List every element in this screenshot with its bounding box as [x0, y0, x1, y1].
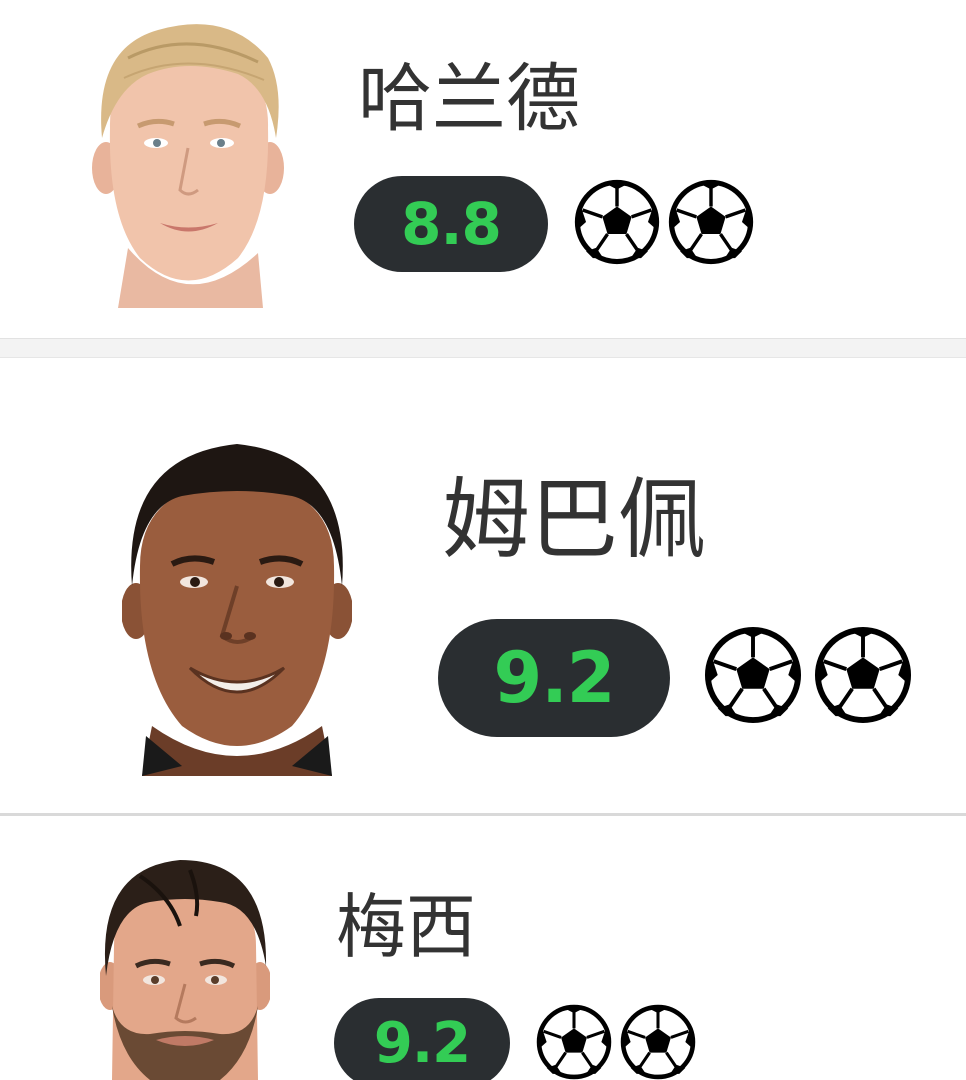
player-rating-badge: 8.8: [354, 176, 548, 272]
goals-row: [536, 1004, 696, 1080]
player-avatar-icon: [122, 444, 352, 776]
player-avatar-icon: [92, 24, 284, 308]
player-card-haaland[interactable]: 哈兰德 8.8: [0, 0, 966, 338]
soccer-ball-icon: [668, 179, 754, 265]
soccer-ball-icon: [574, 179, 660, 265]
soccer-ball-icon: [620, 1004, 696, 1080]
goals-row: [704, 626, 912, 724]
soccer-ball-icon: [814, 626, 912, 724]
soccer-ball-icon: [704, 626, 802, 724]
player-avatar-icon: [100, 860, 270, 1080]
soccer-ball-icon: [536, 1004, 612, 1080]
player-rating-badge: 9.2: [334, 998, 510, 1080]
section-divider: [0, 338, 966, 358]
player-card-messi[interactable]: 梅西 9.2: [0, 816, 966, 1080]
player-name: 哈兰德: [358, 56, 580, 142]
player-card-mbappe[interactable]: 姆巴佩 9.2: [0, 358, 966, 813]
player-rating-badge: 9.2: [438, 619, 670, 737]
player-name: 姆巴佩: [442, 468, 707, 571]
player-name: 梅西: [336, 886, 476, 968]
goals-row: [574, 179, 754, 265]
